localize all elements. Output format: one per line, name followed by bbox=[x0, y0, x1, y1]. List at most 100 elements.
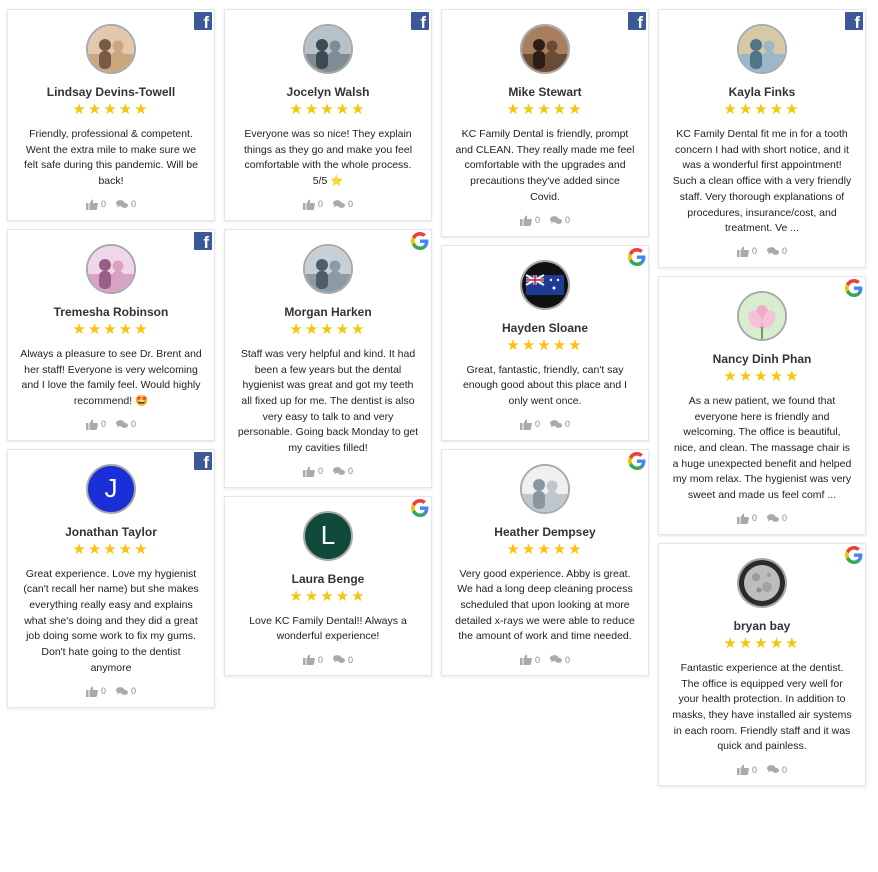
comment-button[interactable]: 0 bbox=[116, 686, 136, 697]
comment-button[interactable]: 0 bbox=[550, 419, 570, 430]
like-count: 0 bbox=[100, 686, 106, 697]
comment-button[interactable]: 0 bbox=[333, 654, 353, 665]
like-button[interactable]: 0 bbox=[736, 513, 757, 524]
google-icon[interactable] bbox=[411, 498, 429, 517]
comment-button[interactable]: 0 bbox=[116, 419, 136, 430]
avatar bbox=[86, 243, 136, 294]
reviewer-name[interactable]: Nancy Dinh Phan bbox=[669, 352, 855, 366]
reviewer-name[interactable]: Jonathan Taylor bbox=[18, 525, 204, 539]
facebook-icon[interactable]: f bbox=[628, 12, 646, 32]
reviewer-name[interactable]: Tremesha Robinson bbox=[18, 305, 204, 319]
like-button[interactable]: 0 bbox=[302, 199, 323, 210]
review-text: As a new patient, we found that everyone… bbox=[672, 394, 852, 502]
facebook-icon[interactable]: f bbox=[194, 451, 212, 471]
thumbs-up-icon bbox=[302, 654, 315, 666]
google-icon[interactable] bbox=[628, 451, 646, 470]
comment-button[interactable]: 0 bbox=[767, 764, 787, 775]
like-button[interactable]: 0 bbox=[519, 419, 540, 430]
comment-icon bbox=[116, 419, 128, 430]
comment-button[interactable]: 0 bbox=[550, 215, 570, 226]
review-actions: 00 bbox=[452, 654, 638, 666]
comment-button[interactable]: 0 bbox=[116, 199, 136, 210]
review-column-1: f Lindsay Devins-Towell ★★★★★ Friendly, pro… bbox=[7, 9, 215, 716]
review-actions: 00 bbox=[235, 199, 421, 210]
reviewer-name[interactable]: Lindsay Devins-Towell bbox=[18, 85, 204, 99]
comment-button[interactable]: 0 bbox=[767, 513, 787, 524]
review-text: Always a pleasure to see Dr. Brent and h… bbox=[20, 347, 202, 407]
comment-button[interactable]: 0 bbox=[550, 654, 570, 665]
comment-icon bbox=[550, 419, 562, 430]
review-actions: 00 bbox=[669, 764, 855, 776]
avatar bbox=[737, 557, 787, 608]
reviewer-name[interactable]: Jocelyn Walsh bbox=[235, 85, 421, 99]
review-card: f J Jonathan Taylor ★★★★★ Great experience. … bbox=[7, 448, 215, 708]
star-rating: ★★★★★ bbox=[72, 320, 150, 338]
reviewer-name[interactable]: Mike Stewart bbox=[452, 85, 638, 99]
comment-count: 0 bbox=[131, 199, 137, 210]
star-rating: ★★★★★ bbox=[506, 540, 584, 558]
like-button[interactable]: 0 bbox=[302, 654, 323, 666]
review-card: Morgan Harken ★★★★★ Staff was very helpful… bbox=[224, 228, 432, 488]
facebook-icon[interactable]: f bbox=[411, 12, 429, 32]
thumbs-up-icon bbox=[736, 246, 749, 257]
review-text: Friendly, professional & competent. Went… bbox=[24, 128, 198, 188]
google-icon[interactable] bbox=[628, 247, 646, 266]
like-button[interactable]: 0 bbox=[85, 419, 106, 430]
comment-icon bbox=[333, 466, 345, 477]
star-rating: ★★★★★ bbox=[289, 320, 367, 338]
review-text: Staff was very helpful and kind. It had … bbox=[237, 347, 419, 455]
reviewer-name[interactable]: bryan bay bbox=[669, 619, 855, 633]
reviewer-name[interactable]: Kayla Finks bbox=[669, 85, 855, 99]
like-count: 0 bbox=[534, 654, 540, 665]
thumbs-up-icon bbox=[519, 654, 532, 666]
comment-button[interactable]: 0 bbox=[333, 466, 353, 477]
review-actions: 00 bbox=[18, 686, 204, 697]
review-column-3: f Mike Stewart ★★★★★ KC Family Dental is fr… bbox=[441, 9, 649, 684]
reviewer-name[interactable]: Hayden Sloane bbox=[452, 321, 638, 335]
avatar bbox=[520, 259, 570, 310]
comment-count: 0 bbox=[131, 686, 137, 697]
facebook-icon[interactable]: f bbox=[194, 12, 212, 32]
comment-icon bbox=[767, 246, 779, 257]
avatar: L bbox=[303, 510, 353, 561]
google-icon[interactable] bbox=[845, 278, 863, 297]
reviewer-name[interactable]: Morgan Harken bbox=[235, 305, 421, 319]
like-button[interactable]: 0 bbox=[85, 199, 106, 210]
like-button[interactable]: 0 bbox=[736, 246, 757, 257]
thumbs-up-icon bbox=[302, 199, 315, 210]
like-button[interactable]: 0 bbox=[85, 686, 106, 697]
star-rating: ★★★★★ bbox=[72, 540, 150, 558]
like-button[interactable]: 0 bbox=[736, 764, 757, 776]
review-text: KC Family Dental fit me in for a tooth c… bbox=[672, 128, 852, 235]
like-count: 0 bbox=[317, 654, 323, 665]
comment-count: 0 bbox=[348, 466, 354, 477]
reviewer-name[interactable]: Laura Benge bbox=[235, 572, 421, 586]
like-button[interactable]: 0 bbox=[519, 215, 540, 226]
star-rating: ★★★★★ bbox=[506, 336, 584, 354]
like-button[interactable]: 0 bbox=[519, 654, 540, 666]
review-column-2: f Jocelyn Walsh ★★★★★ Everyone was so nice!… bbox=[224, 9, 432, 684]
comment-icon bbox=[116, 686, 128, 697]
avatar bbox=[737, 290, 787, 341]
comment-count: 0 bbox=[348, 199, 354, 210]
thumbs-up-icon bbox=[302, 466, 315, 477]
star-rating: ★★★★★ bbox=[723, 367, 801, 385]
like-button[interactable]: 0 bbox=[302, 466, 323, 477]
comment-button[interactable]: 0 bbox=[767, 246, 787, 257]
review-actions: 00 bbox=[452, 215, 638, 226]
comment-button[interactable]: 0 bbox=[333, 199, 353, 210]
facebook-icon[interactable]: f bbox=[845, 12, 863, 32]
like-count: 0 bbox=[100, 199, 106, 210]
comment-count: 0 bbox=[782, 513, 788, 524]
star-rating: ★★★★★ bbox=[723, 101, 801, 118]
facebook-icon[interactable]: f bbox=[194, 231, 212, 251]
review-card: f Kayla Finks ★★★★★ KC Family Dental fit me… bbox=[658, 9, 866, 268]
avatar: J bbox=[86, 463, 136, 514]
google-icon[interactable] bbox=[845, 545, 863, 564]
review-card: f Jocelyn Walsh ★★★★★ Everyone was so nice!… bbox=[224, 9, 432, 221]
google-icon[interactable] bbox=[411, 231, 429, 250]
reviewer-name[interactable]: Heather Dempsey bbox=[452, 525, 638, 539]
review-card: Nancy Dinh Phan ★★★★★ As a new patient, we… bbox=[658, 275, 866, 535]
comment-icon bbox=[116, 199, 128, 210]
reviews-grid: f Lindsay Devins-Towell ★★★★★ Friendly, pro… bbox=[0, 0, 878, 872]
